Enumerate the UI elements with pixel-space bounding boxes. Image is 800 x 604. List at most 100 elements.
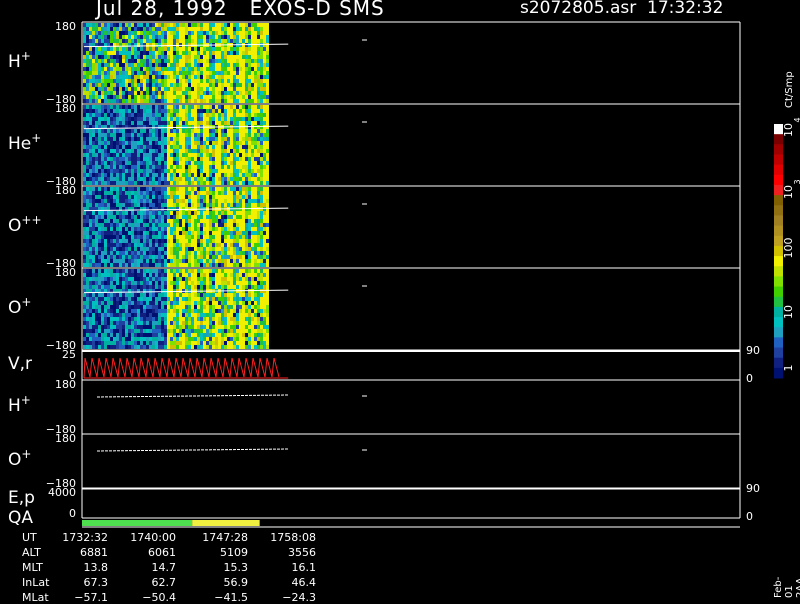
spectrogram-cell <box>194 51 197 55</box>
spectrogram-cell <box>251 285 254 289</box>
spectrogram-cell <box>86 281 89 285</box>
spectrogram-cell <box>260 195 263 199</box>
spectrogram-cell <box>110 297 113 301</box>
spectrogram-cell <box>197 145 200 149</box>
spectrogram-cell <box>266 313 269 317</box>
spectrogram-cell <box>212 219 215 223</box>
spectrogram-cell <box>167 31 170 35</box>
spectrogram-cell <box>212 235 215 239</box>
spectrogram-cell <box>173 215 176 219</box>
spectrogram-cell <box>224 195 227 199</box>
spectrogram-cell <box>254 39 257 43</box>
spectrogram-cell <box>155 211 158 215</box>
spectrogram-cell <box>227 243 230 247</box>
spectrogram-cell <box>140 75 143 79</box>
spectrogram-cell <box>101 71 104 75</box>
spectrogram-cell <box>209 181 212 185</box>
spectrogram-cell <box>131 75 134 79</box>
spectrogram-cell <box>245 259 248 263</box>
spectrogram-cell <box>200 121 203 125</box>
spectrogram-cell <box>161 67 164 71</box>
spectrogram-cell <box>167 255 170 259</box>
spectrogram-cell <box>209 341 212 345</box>
spectrogram-cell <box>215 219 218 223</box>
spectrogram-cell <box>173 173 176 177</box>
spectrogram-cell <box>242 105 245 109</box>
spectrogram-cell <box>248 259 251 263</box>
spectrogram-cell <box>248 95 251 99</box>
spectrogram-cell <box>164 149 167 153</box>
spectrogram-cell <box>158 79 161 83</box>
spectrogram-cell <box>188 35 191 39</box>
spectrogram-cell <box>233 187 236 191</box>
spectrogram-cell <box>200 129 203 133</box>
spectrogram-cell <box>224 157 227 161</box>
spectrogram-cell <box>83 227 86 231</box>
spectrogram-cell <box>137 71 140 75</box>
spectrogram-cell <box>137 99 140 103</box>
spectrogram-cell <box>224 149 227 153</box>
spectrogram-cell <box>125 243 128 247</box>
spectrogram-cell <box>227 51 230 55</box>
spectrogram-cell <box>101 211 104 215</box>
spectrogram-cell <box>206 153 209 157</box>
spectrogram-cell <box>89 79 92 83</box>
spectrogram-cell <box>83 239 86 243</box>
spectrogram-cell <box>239 305 242 309</box>
spectrogram-cell <box>218 231 221 235</box>
spectrogram-cell <box>89 259 92 263</box>
spectrogram-cell <box>257 133 260 137</box>
spectrogram-cell <box>83 105 86 109</box>
spectrogram-cell <box>224 251 227 255</box>
spectrogram-cell <box>227 273 230 277</box>
spectrogram-cell <box>215 255 218 259</box>
spectrogram-cell <box>209 59 212 63</box>
spectrogram-cell <box>194 165 197 169</box>
spectrogram-cell <box>188 235 191 239</box>
spectrogram-cell <box>182 345 185 349</box>
spectrogram-cell <box>101 329 104 333</box>
spectrogram-cell <box>215 337 218 341</box>
spectrogram-cell <box>230 305 233 309</box>
spectrogram-cell <box>89 149 92 153</box>
spectrogram-cell <box>200 203 203 207</box>
spectrogram-cell <box>224 199 227 203</box>
spectrogram-cell <box>239 153 242 157</box>
spectrogram-cell <box>203 75 206 79</box>
spectrogram-cell <box>149 227 152 231</box>
spectrogram-cell <box>131 293 134 297</box>
spectrogram-cell <box>254 195 257 199</box>
spectrogram-cell <box>197 129 200 133</box>
spectrogram-cell <box>83 133 86 137</box>
spectrogram-cell <box>188 259 191 263</box>
spectrogram-cell <box>179 211 182 215</box>
spectrogram-cell <box>260 71 263 75</box>
spectrogram-cell <box>164 121 167 125</box>
spectrogram-cell <box>266 47 269 51</box>
spectrogram-cell <box>173 333 176 337</box>
spectrogram-cell <box>158 235 161 239</box>
spectrogram-cell <box>143 95 146 99</box>
spectrogram-cell <box>227 91 230 95</box>
spectrogram-cell <box>122 285 125 289</box>
spectrogram-cell <box>155 79 158 83</box>
spectrogram-cell <box>143 251 146 255</box>
spectrogram-cell <box>158 105 161 109</box>
spectrogram-cell <box>218 177 221 181</box>
spectrogram-cell <box>242 239 245 243</box>
spectrogram-cell <box>245 35 248 39</box>
spectrogram-cell <box>101 165 104 169</box>
spectrogram-cell <box>107 39 110 43</box>
spectrogram-cell <box>227 109 230 113</box>
spectrogram-cell <box>164 219 167 223</box>
spectrogram-cell <box>119 301 122 305</box>
spectrogram-cell <box>122 27 125 31</box>
spectrogram-cell <box>134 75 137 79</box>
spectrogram-cell <box>206 301 209 305</box>
spectrogram-cell <box>92 329 95 333</box>
spectrogram-cell <box>254 247 257 251</box>
spectrogram-cell <box>113 161 116 165</box>
spectrogram-cell <box>191 91 194 95</box>
spectrogram-cell <box>242 79 245 83</box>
spectrogram-cell <box>128 79 131 83</box>
